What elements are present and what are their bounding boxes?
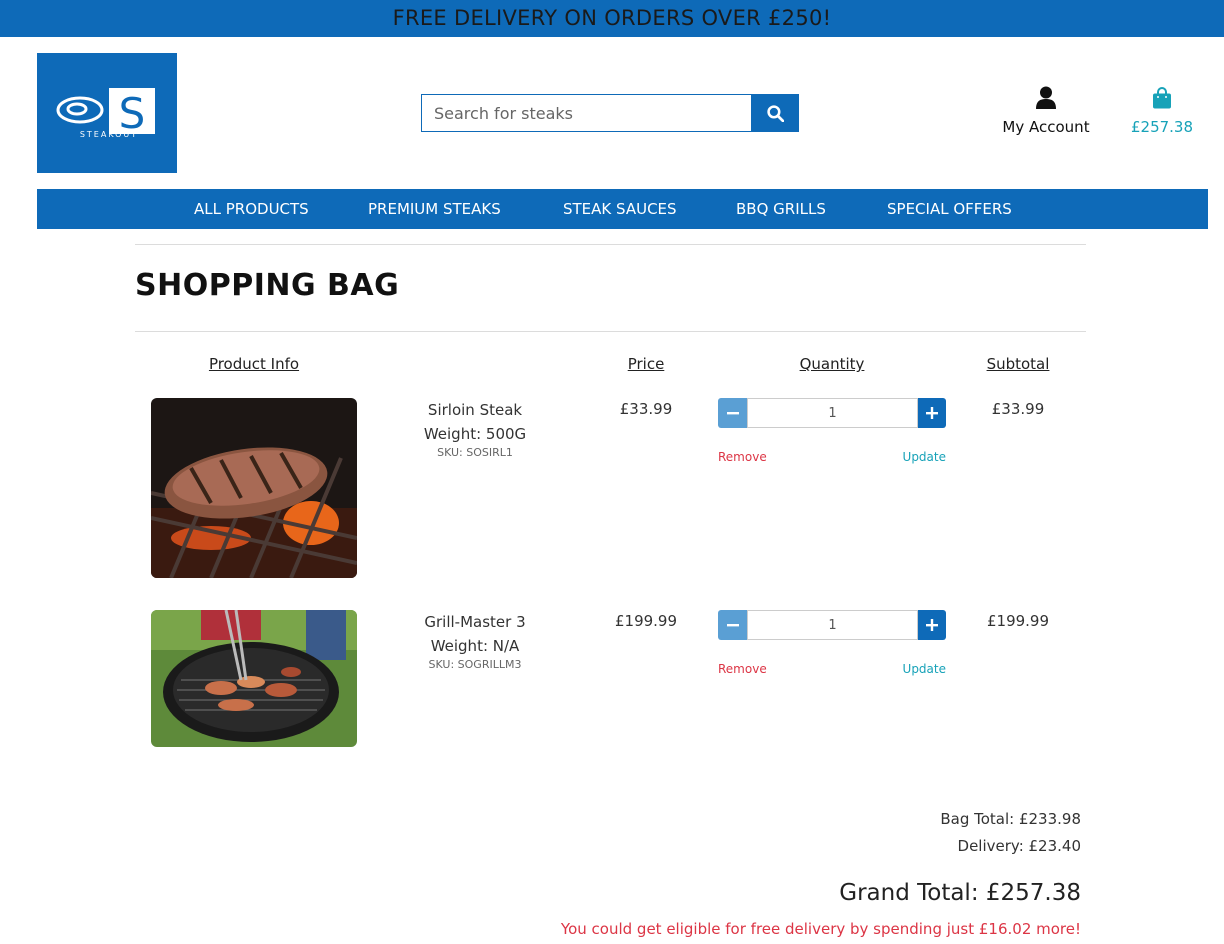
product-image-grill[interactable] — [151, 610, 357, 747]
nav-bbq-grills[interactable]: BBQ GRILLS — [736, 189, 826, 229]
product-weight: Weight: N/A — [430, 637, 520, 655]
product-weight: Weight: 500G — [423, 425, 527, 443]
search-input[interactable] — [421, 94, 751, 132]
plus-icon — [926, 619, 938, 631]
update-link[interactable]: Update — [880, 662, 946, 676]
decrement-button[interactable] — [718, 610, 747, 640]
grand-total: Grand Total: £257.38 — [839, 880, 1081, 906]
plus-icon — [926, 407, 938, 419]
nav-premium-steaks[interactable]: PREMIUM STEAKS — [368, 189, 501, 229]
quantity-input[interactable] — [747, 398, 918, 428]
shopping-bag-link[interactable]: £257.38 — [1122, 86, 1202, 136]
logo-text: STEAKOUT — [80, 130, 138, 139]
my-account-link[interactable]: My Account — [996, 86, 1096, 136]
steakout-logo[interactable]: S STEAKOUT — [37, 53, 177, 173]
header-quantity: Quantity — [799, 355, 865, 373]
product-subtotal: £199.99 — [986, 612, 1050, 630]
product-info: Grill-Master 3 Weight: N/A SKU: SOGRILLM… — [395, 610, 555, 671]
increment-button[interactable] — [918, 398, 946, 428]
bag-total: £257.38 — [1130, 118, 1194, 136]
free-delivery-banner: FREE DELIVERY ON ORDERS OVER £250! — [0, 0, 1224, 37]
header-subtotal: Subtotal — [986, 355, 1050, 373]
search-icon — [766, 104, 784, 122]
product-name: Grill-Master 3 — [424, 613, 526, 631]
decrement-button[interactable] — [718, 398, 747, 428]
header-product-info: Product Info — [208, 355, 300, 373]
search-bar — [421, 94, 799, 132]
remove-link[interactable]: Remove — [718, 450, 767, 464]
divider — [135, 244, 1086, 245]
product-price: £33.99 — [619, 400, 673, 418]
product-info: Sirloin Steak Weight: 500G SKU: SOSIRL1 — [395, 398, 555, 459]
header-price: Price — [627, 355, 665, 373]
delivery-line: Delivery: £23.40 — [957, 837, 1081, 855]
my-account-label: My Account — [1002, 118, 1090, 136]
nav-steak-sauces[interactable]: STEAK SAUCES — [563, 189, 677, 229]
free-delivery-note: You could get eligible for free delivery… — [560, 920, 1081, 938]
product-price: £199.99 — [614, 612, 678, 630]
remove-link[interactable]: Remove — [718, 662, 767, 676]
minus-icon — [726, 412, 739, 415]
quantity-stepper — [718, 398, 946, 428]
divider — [135, 331, 1086, 332]
quantity-input[interactable] — [747, 610, 918, 640]
user-icon — [1036, 86, 1056, 109]
update-link[interactable]: Update — [880, 450, 946, 464]
product-name: Sirloin Steak — [427, 401, 523, 419]
page-title: SHOPPING BAG — [135, 268, 400, 303]
product-sku: SKU: SOGRILLM3 — [428, 658, 522, 671]
shopping-bag-icon — [1153, 87, 1171, 109]
quantity-stepper — [718, 610, 946, 640]
product-sku: SKU: SOSIRL1 — [437, 446, 513, 459]
bag-total-line: Bag Total: £233.98 — [940, 810, 1081, 828]
minus-icon — [726, 624, 739, 627]
product-subtotal: £33.99 — [991, 400, 1045, 418]
search-button[interactable] — [751, 94, 799, 132]
nav-all-products[interactable]: ALL PRODUCTS — [194, 189, 309, 229]
increment-button[interactable] — [918, 610, 946, 640]
main-nav: ALL PRODUCTS PREMIUM STEAKS STEAK SAUCES… — [37, 189, 1208, 229]
product-image-sirloin[interactable] — [151, 398, 357, 578]
nav-special-offers[interactable]: SPECIAL OFFERS — [887, 189, 1012, 229]
